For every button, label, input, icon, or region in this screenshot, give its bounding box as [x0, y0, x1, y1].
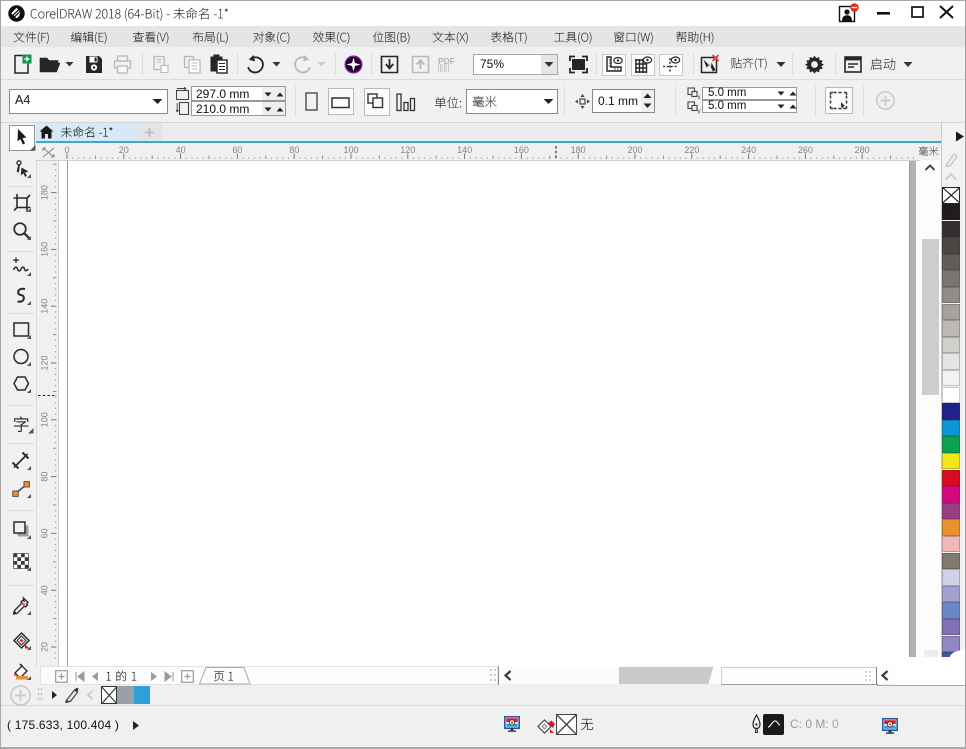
svg-text:180: 180	[39, 185, 49, 200]
svg-text:60: 60	[232, 145, 242, 155]
svg-text:40: 40	[39, 585, 49, 595]
svg-text:20: 20	[39, 642, 49, 652]
svg-text:240: 240	[741, 145, 756, 155]
svg-text:220: 220	[684, 145, 699, 155]
svg-text:y: y	[698, 109, 701, 114]
svg-text:x: x	[698, 95, 701, 100]
svg-text:140: 140	[457, 145, 472, 155]
svg-text:80: 80	[39, 472, 49, 482]
svg-text:80: 80	[289, 145, 299, 155]
svg-text:260: 260	[798, 145, 813, 155]
svg-text:120: 120	[39, 355, 49, 370]
svg-text:100: 100	[343, 145, 358, 155]
svg-text:140: 140	[39, 299, 49, 314]
svg-text:100: 100	[39, 412, 49, 427]
svg-text:20: 20	[119, 145, 129, 155]
svg-text:160: 160	[514, 145, 529, 155]
svg-text:200: 200	[627, 145, 642, 155]
svg-text:0: 0	[64, 145, 69, 155]
svg-text:40: 40	[176, 145, 186, 155]
svg-text:120: 120	[400, 145, 415, 155]
svg-text:280: 280	[855, 145, 870, 155]
svg-text:60: 60	[39, 528, 49, 538]
svg-text:160: 160	[39, 242, 49, 257]
svg-text:180: 180	[571, 145, 586, 155]
